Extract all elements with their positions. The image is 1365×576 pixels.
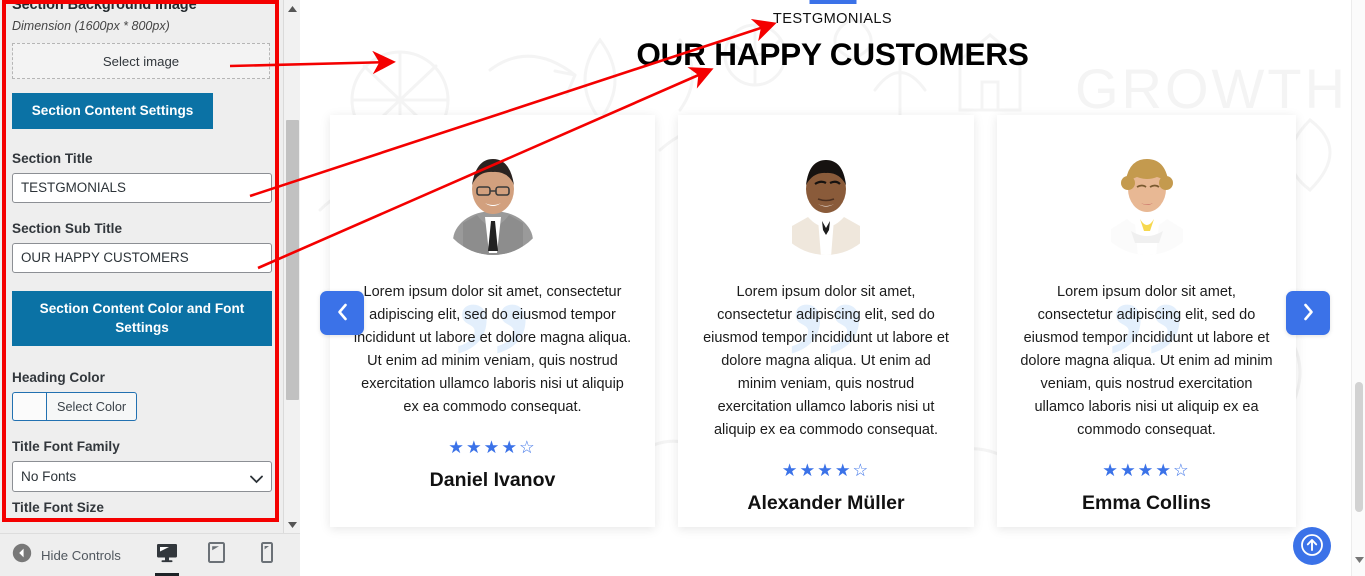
- select-color-button[interactable]: Select Color: [46, 392, 138, 422]
- testimonial-author-name: Alexander Müller: [747, 491, 905, 514]
- star-empty-icon: ☆: [1173, 460, 1191, 480]
- hide-controls-button[interactable]: Hide Controls: [12, 543, 121, 568]
- sidebar-scroll-region: Section Background Image Dimension (1600…: [0, 0, 282, 533]
- scrollbar-down-arrow-icon[interactable]: [284, 516, 301, 533]
- star-filled-icon: ★: [1137, 460, 1156, 480]
- dimension-note: Dimension (1600px * 800px): [12, 19, 170, 33]
- device-mobile-button[interactable]: [253, 540, 281, 570]
- preview-scrollbar-down-arrow-icon[interactable]: [1352, 550, 1365, 568]
- star-empty-icon: ☆: [852, 460, 871, 480]
- sidebar-scrollbar-thumb[interactable]: [286, 120, 299, 400]
- top-accent-bar: [809, 0, 856, 4]
- avatar: [770, 143, 882, 255]
- star-empty-icon: ☆: [519, 437, 537, 457]
- star-filled-icon: ★: [1119, 460, 1138, 480]
- preview-section-title: TESTGMONIALS: [772, 11, 893, 27]
- chevron-right-icon: [1301, 302, 1316, 325]
- mobile-icon: [260, 542, 273, 568]
- section-subtitle-input[interactable]: [12, 242, 272, 273]
- preview-scrollbar-thumb[interactable]: [1355, 382, 1363, 512]
- title-font-family-control[interactable]: [12, 461, 272, 493]
- star-filled-icon: ★: [501, 437, 520, 457]
- title-font-size-label-cutoff: Title Font Size: [12, 500, 104, 516]
- arrow-up-circle-icon: [1300, 533, 1324, 560]
- testimonial-author-name: Daniel Ivanov: [429, 468, 556, 491]
- carousel-prev-button[interactable]: [320, 291, 364, 335]
- star-filled-icon: ★: [799, 460, 818, 480]
- customizer-sidebar: Section Background Image Dimension (1600…: [0, 0, 301, 576]
- star-filled-icon: ★: [781, 460, 800, 480]
- testimonial-card: ” Lorem ipsum dolor sit amet, consectetu…: [678, 115, 974, 527]
- star-filled-icon: ★: [834, 460, 853, 480]
- select-image-button[interactable]: Select image: [12, 43, 270, 79]
- section-title-label: Section Title: [12, 150, 93, 166]
- heading-color-control[interactable]: Select Color: [12, 392, 270, 422]
- device-tablet-button[interactable]: [203, 540, 231, 570]
- section-content-color-font-settings-button[interactable]: Section Content Color and Font Settings: [12, 290, 272, 347]
- section-content-settings-button[interactable]: Section Content Settings: [12, 93, 213, 129]
- preview-section-subtitle: OUR HAPPY CUSTOMERS: [636, 36, 1029, 72]
- testimonial-quote: Lorem ipsum dolor sit amet, consectetur …: [703, 284, 949, 438]
- rating-stars: ★★★★☆: [997, 460, 1296, 480]
- device-desktop-button[interactable]: [153, 540, 181, 576]
- star-filled-icon: ★: [483, 437, 502, 457]
- testimonial-card: ” Lorem ipsum dolor sit amet, consectetu…: [997, 115, 1296, 527]
- hide-controls-label: Hide Controls: [41, 547, 121, 563]
- customizer-screen: Section Background Image Dimension (1600…: [0, 0, 1365, 576]
- section-background-image-heading: Section Background Image: [12, 0, 197, 13]
- collapse-left-icon: [12, 543, 32, 568]
- section-title-input[interactable]: [12, 172, 272, 203]
- preview-scrollbar[interactable]: [1351, 0, 1365, 576]
- testimonial-quote: Lorem ipsum dolor sit amet, consectetur …: [353, 284, 632, 415]
- chevron-left-icon: [335, 302, 350, 325]
- star-filled-icon: ★: [817, 460, 835, 480]
- select-image-label: Select image: [102, 53, 180, 69]
- carousel-next-button[interactable]: [1286, 291, 1330, 335]
- tablet-icon: [208, 542, 226, 568]
- star-filled-icon: ★: [448, 437, 466, 457]
- rating-stars: ★★★★☆: [330, 437, 655, 457]
- testimonial-carousel: ” Lorem ipsum dolor sit amet, consectetu…: [330, 115, 1323, 527]
- star-filled-icon: ★: [465, 437, 484, 457]
- testimonial-author-name: Emma Collins: [1082, 491, 1211, 514]
- site-preview-pane: GROWTH TESTGMONIALS OUR HAPPY CUSTOMERS …: [300, 0, 1365, 576]
- star-filled-icon: ★: [1155, 460, 1174, 480]
- scroll-to-top-button[interactable]: [1293, 527, 1331, 565]
- sidebar-scrollbar[interactable]: [283, 0, 301, 533]
- desktop-icon: [156, 543, 178, 568]
- testimonial-quote: Lorem ipsum dolor sit amet, consectetur …: [1020, 284, 1273, 438]
- avatar: [436, 143, 549, 255]
- device-preview-switcher: [153, 540, 281, 576]
- avatar: [1090, 143, 1203, 255]
- heading-color-label: Heading Color: [12, 370, 105, 386]
- star-filled-icon: ★: [1102, 460, 1120, 480]
- section-subtitle-label: Section Sub Title: [12, 220, 123, 236]
- color-swatch-preview[interactable]: [12, 392, 46, 422]
- title-font-family-select[interactable]: [12, 461, 272, 493]
- customizer-bottom-bar: Hide Controls: [0, 533, 300, 576]
- scrollbar-up-arrow-icon[interactable]: [284, 0, 301, 17]
- title-font-family-label: Title Font Family: [12, 439, 120, 455]
- testimonial-card: ” Lorem ipsum dolor sit amet, consectetu…: [330, 115, 655, 527]
- rating-stars: ★★★★☆: [678, 460, 974, 480]
